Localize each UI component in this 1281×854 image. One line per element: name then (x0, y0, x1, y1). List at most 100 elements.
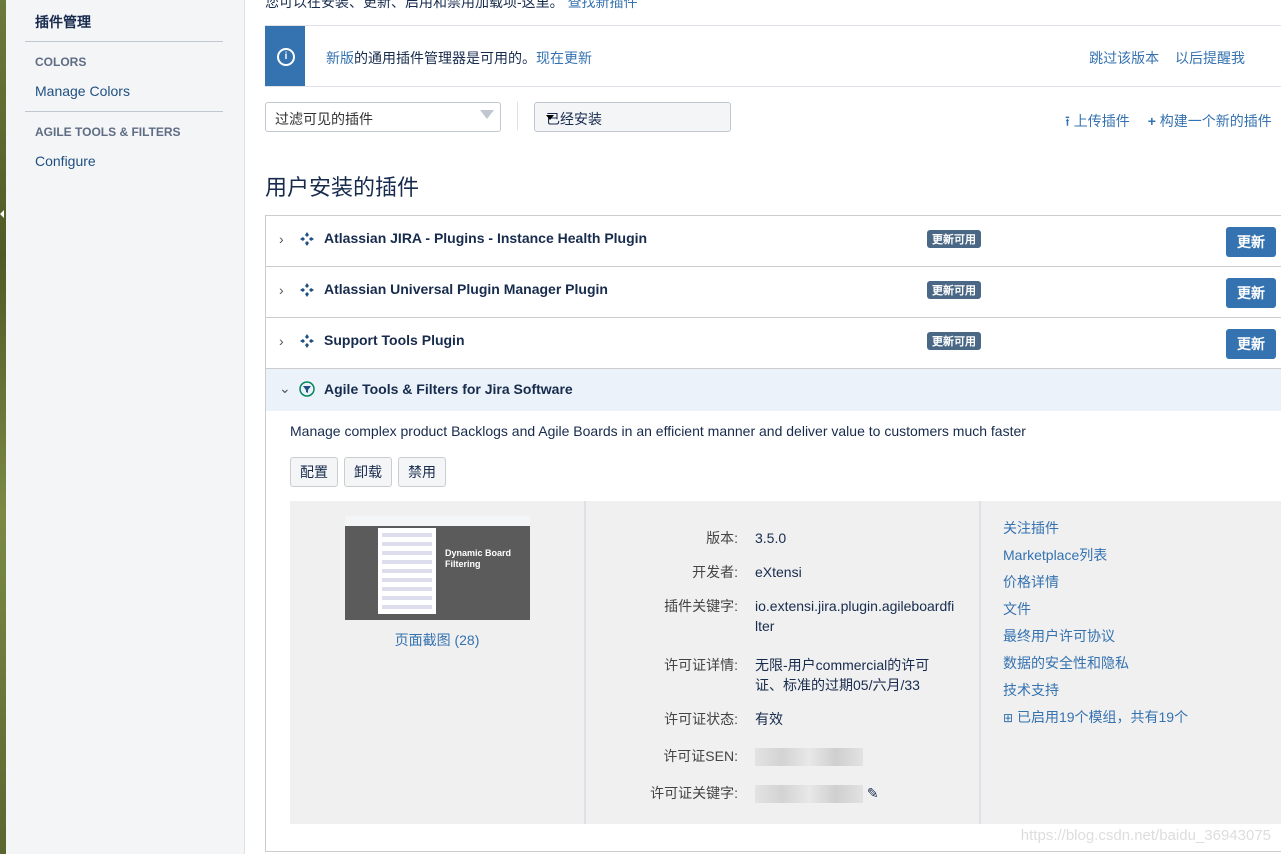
detail-key: 开发者: (692, 564, 738, 580)
remind-later-link[interactable]: 以后提醒我 (1175, 50, 1245, 66)
chevron-right-icon[interactable]: › (279, 333, 284, 349)
modules-link[interactable]: ⊞ 已启用19个模组，共有19个 (1003, 707, 1188, 727)
update-button[interactable]: 更新 (1226, 227, 1276, 257)
sidebar-section-agile-tools: AGILE TOOLS & FILTERS (35, 125, 181, 139)
plugin-row-expanded[interactable]: ⌄ Agile Tools & Filters for Jira Softwar… (266, 369, 1281, 411)
plugin-info-panel: Dynamic Board Filtering 页面截图 (28) 版本: 3.5… (290, 501, 1281, 824)
collapse-arrow-icon[interactable] (0, 210, 4, 218)
detail-key: 许可证SEN: (663, 748, 738, 764)
plugin-name[interactable]: Atlassian Universal Plugin Manager Plugi… (324, 281, 608, 297)
edit-pencil-icon[interactable]: ✎ (867, 785, 879, 801)
divider (25, 111, 223, 112)
update-banner: i 新版的通用插件管理器是可用的。现在更新 跳过该版本 以后提醒我 (265, 25, 1281, 87)
plugin-filter-input[interactable]: 过滤可见的插件 (265, 102, 501, 132)
detail-value: io.extensi.jira.plugin.agileboardfilter (755, 598, 955, 634)
modules-label: 已启用19个模组，共有19个 (1016, 709, 1189, 725)
plugin-icon (300, 283, 314, 297)
banner-text: 的通用插件管理器是可用的。 (354, 50, 536, 66)
upload-label: 上传插件 (1073, 113, 1130, 129)
sidebar: 插件管理 COLORS Manage Colors AGILE TOOLS & … (6, 0, 245, 854)
plugin-list: › Atlassian JIRA - Plugins - Instance He… (265, 215, 1281, 852)
update-available-badge: 更新可用 (927, 281, 981, 299)
detail-key: 插件关键字: (664, 598, 738, 614)
banner-bar: i (265, 26, 305, 86)
upload-plugin-link[interactable]: ⭱ 上传插件 (1065, 113, 1130, 129)
find-new-plugins-link[interactable]: 查找新插件 (568, 0, 638, 10)
detail-value: 无限-用户commercial的许可证、标准的过期05/六月/33 (755, 657, 930, 693)
marketplace-link[interactable]: Marketplace列表 (1003, 545, 1107, 565)
intro-text: 您可以在安装、更新、启用和禁用加载项-这里。 查找新插件 (265, 0, 638, 12)
select-value: 已经安装 (546, 111, 602, 127)
plugin-details: Manage complex product Backlogs and Agil… (266, 411, 1281, 851)
plugin-description: Manage complex product Backlogs and Agil… (290, 423, 1026, 439)
plugin-type-select[interactable]: 已经安装 (534, 102, 731, 132)
sidebar-link-configure[interactable]: Configure (35, 153, 96, 169)
chevron-down-icon[interactable]: ⌄ (279, 380, 291, 397)
privacy-link[interactable]: 数据的安全性和隐私 (1003, 653, 1129, 673)
chevron-right-icon[interactable]: › (279, 282, 284, 298)
screenshots-link[interactable]: 页面截图 (28) (290, 630, 584, 650)
divider (25, 41, 223, 42)
links-column: 关注插件 Marketplace列表 价格详情 文件 最终用户许可协议 数据的安… (981, 501, 1281, 824)
detail-value: 有效 (755, 711, 783, 727)
detail-key: 许可证详情: (664, 657, 738, 673)
filter-icon (480, 110, 494, 119)
detail-key: 许可证关键字: (650, 785, 738, 801)
screenshot-caption: Dynamic Board Filtering (445, 548, 512, 569)
update-now-link[interactable]: 现在更新 (536, 50, 592, 66)
details-column: 版本: 3.5.0 开发者: eXtensi 插件关键字: io.extensi.ji… (586, 501, 981, 824)
configure-button[interactable]: 配置 (290, 457, 338, 487)
section-title: 用户安装的插件 (265, 175, 420, 200)
plugin-name[interactable]: Atlassian JIRA - Plugins - Instance Heal… (324, 230, 647, 246)
disable-button[interactable]: 禁用 (398, 457, 446, 487)
watch-plugin-link[interactable]: 关注插件 (1003, 518, 1059, 538)
detail-value-redacted: ✎ (755, 783, 935, 804)
docs-link[interactable]: 文件 (1003, 599, 1031, 619)
main-content: 您可以在安装、更新、启用和禁用加载项-这里。 查找新插件 i 新版的通用插件管理… (245, 0, 1281, 854)
skip-version-link[interactable]: 跳过该版本 (1089, 50, 1159, 66)
plugin-buttons: 配置 卸载 禁用 (290, 457, 452, 487)
sidebar-link-manage-colors[interactable]: Manage Colors (35, 83, 130, 99)
plugin-icon (300, 334, 314, 348)
plugin-name[interactable]: Agile Tools & Filters for Jira Software (324, 381, 573, 397)
support-link[interactable]: 技术支持 (1003, 680, 1059, 700)
eula-link[interactable]: 最终用户许可协议 (1003, 626, 1115, 646)
filter-placeholder: 过滤可见的插件 (275, 111, 373, 127)
screenshot-menu (378, 528, 436, 614)
upload-icon: ⭱ (1065, 113, 1070, 129)
screenshot-column: Dynamic Board Filtering 页面截图 (28) (290, 501, 586, 824)
update-available-badge: 更新可用 (927, 230, 981, 248)
watermark: https://blog.csdn.net/baidu_36943075 (1020, 827, 1271, 844)
detail-value: eXtensi (755, 564, 802, 580)
pricing-link[interactable]: 价格详情 (1003, 572, 1059, 592)
chevron-down-icon (546, 115, 554, 120)
plugin-screenshot[interactable]: Dynamic Board Filtering (345, 516, 530, 620)
filter-funnel-icon (299, 381, 315, 397)
plugin-row[interactable]: › Atlassian Universal Plugin Manager Plu… (266, 267, 1281, 318)
uninstall-button[interactable]: 卸载 (344, 457, 392, 487)
divider (517, 102, 518, 130)
plugin-icon (300, 232, 314, 246)
intro-text-label: 您可以在安装、更新、启用和禁用加载项-这里。 (265, 0, 564, 10)
plugin-actions: ⭱ 上传插件 + 构建一个新的插件 (1065, 111, 1272, 135)
detail-key: 版本: (706, 530, 738, 546)
info-icon: i (277, 48, 295, 66)
expand-icon: ⊞ (1003, 711, 1014, 725)
plugin-row[interactable]: › Atlassian JIRA - Plugins - Instance He… (266, 216, 1281, 267)
update-button[interactable]: 更新 (1226, 329, 1276, 359)
sidebar-title: 插件管理 (35, 14, 91, 30)
plugin-name[interactable]: Support Tools Plugin (324, 332, 465, 348)
update-button[interactable]: 更新 (1226, 278, 1276, 308)
banner-actions: 跳过该版本 以后提醒我 (1077, 48, 1245, 68)
detail-value: 3.5.0 (755, 530, 787, 546)
screenshot-toolbar (345, 516, 530, 526)
plugin-row[interactable]: › Support Tools Plugin 更新可用 更新 (266, 318, 1281, 369)
build-label: 构建一个新的插件 (1159, 113, 1272, 129)
chevron-right-icon[interactable]: › (279, 231, 284, 247)
update-available-badge: 更新可用 (927, 332, 981, 350)
build-plugin-link[interactable]: + 构建一个新的插件 (1148, 113, 1272, 129)
detail-key: 许可证状态: (664, 711, 738, 727)
new-version-link[interactable]: 新版 (326, 50, 354, 66)
detail-value-redacted (755, 746, 935, 767)
plus-icon: + (1147, 113, 1156, 129)
